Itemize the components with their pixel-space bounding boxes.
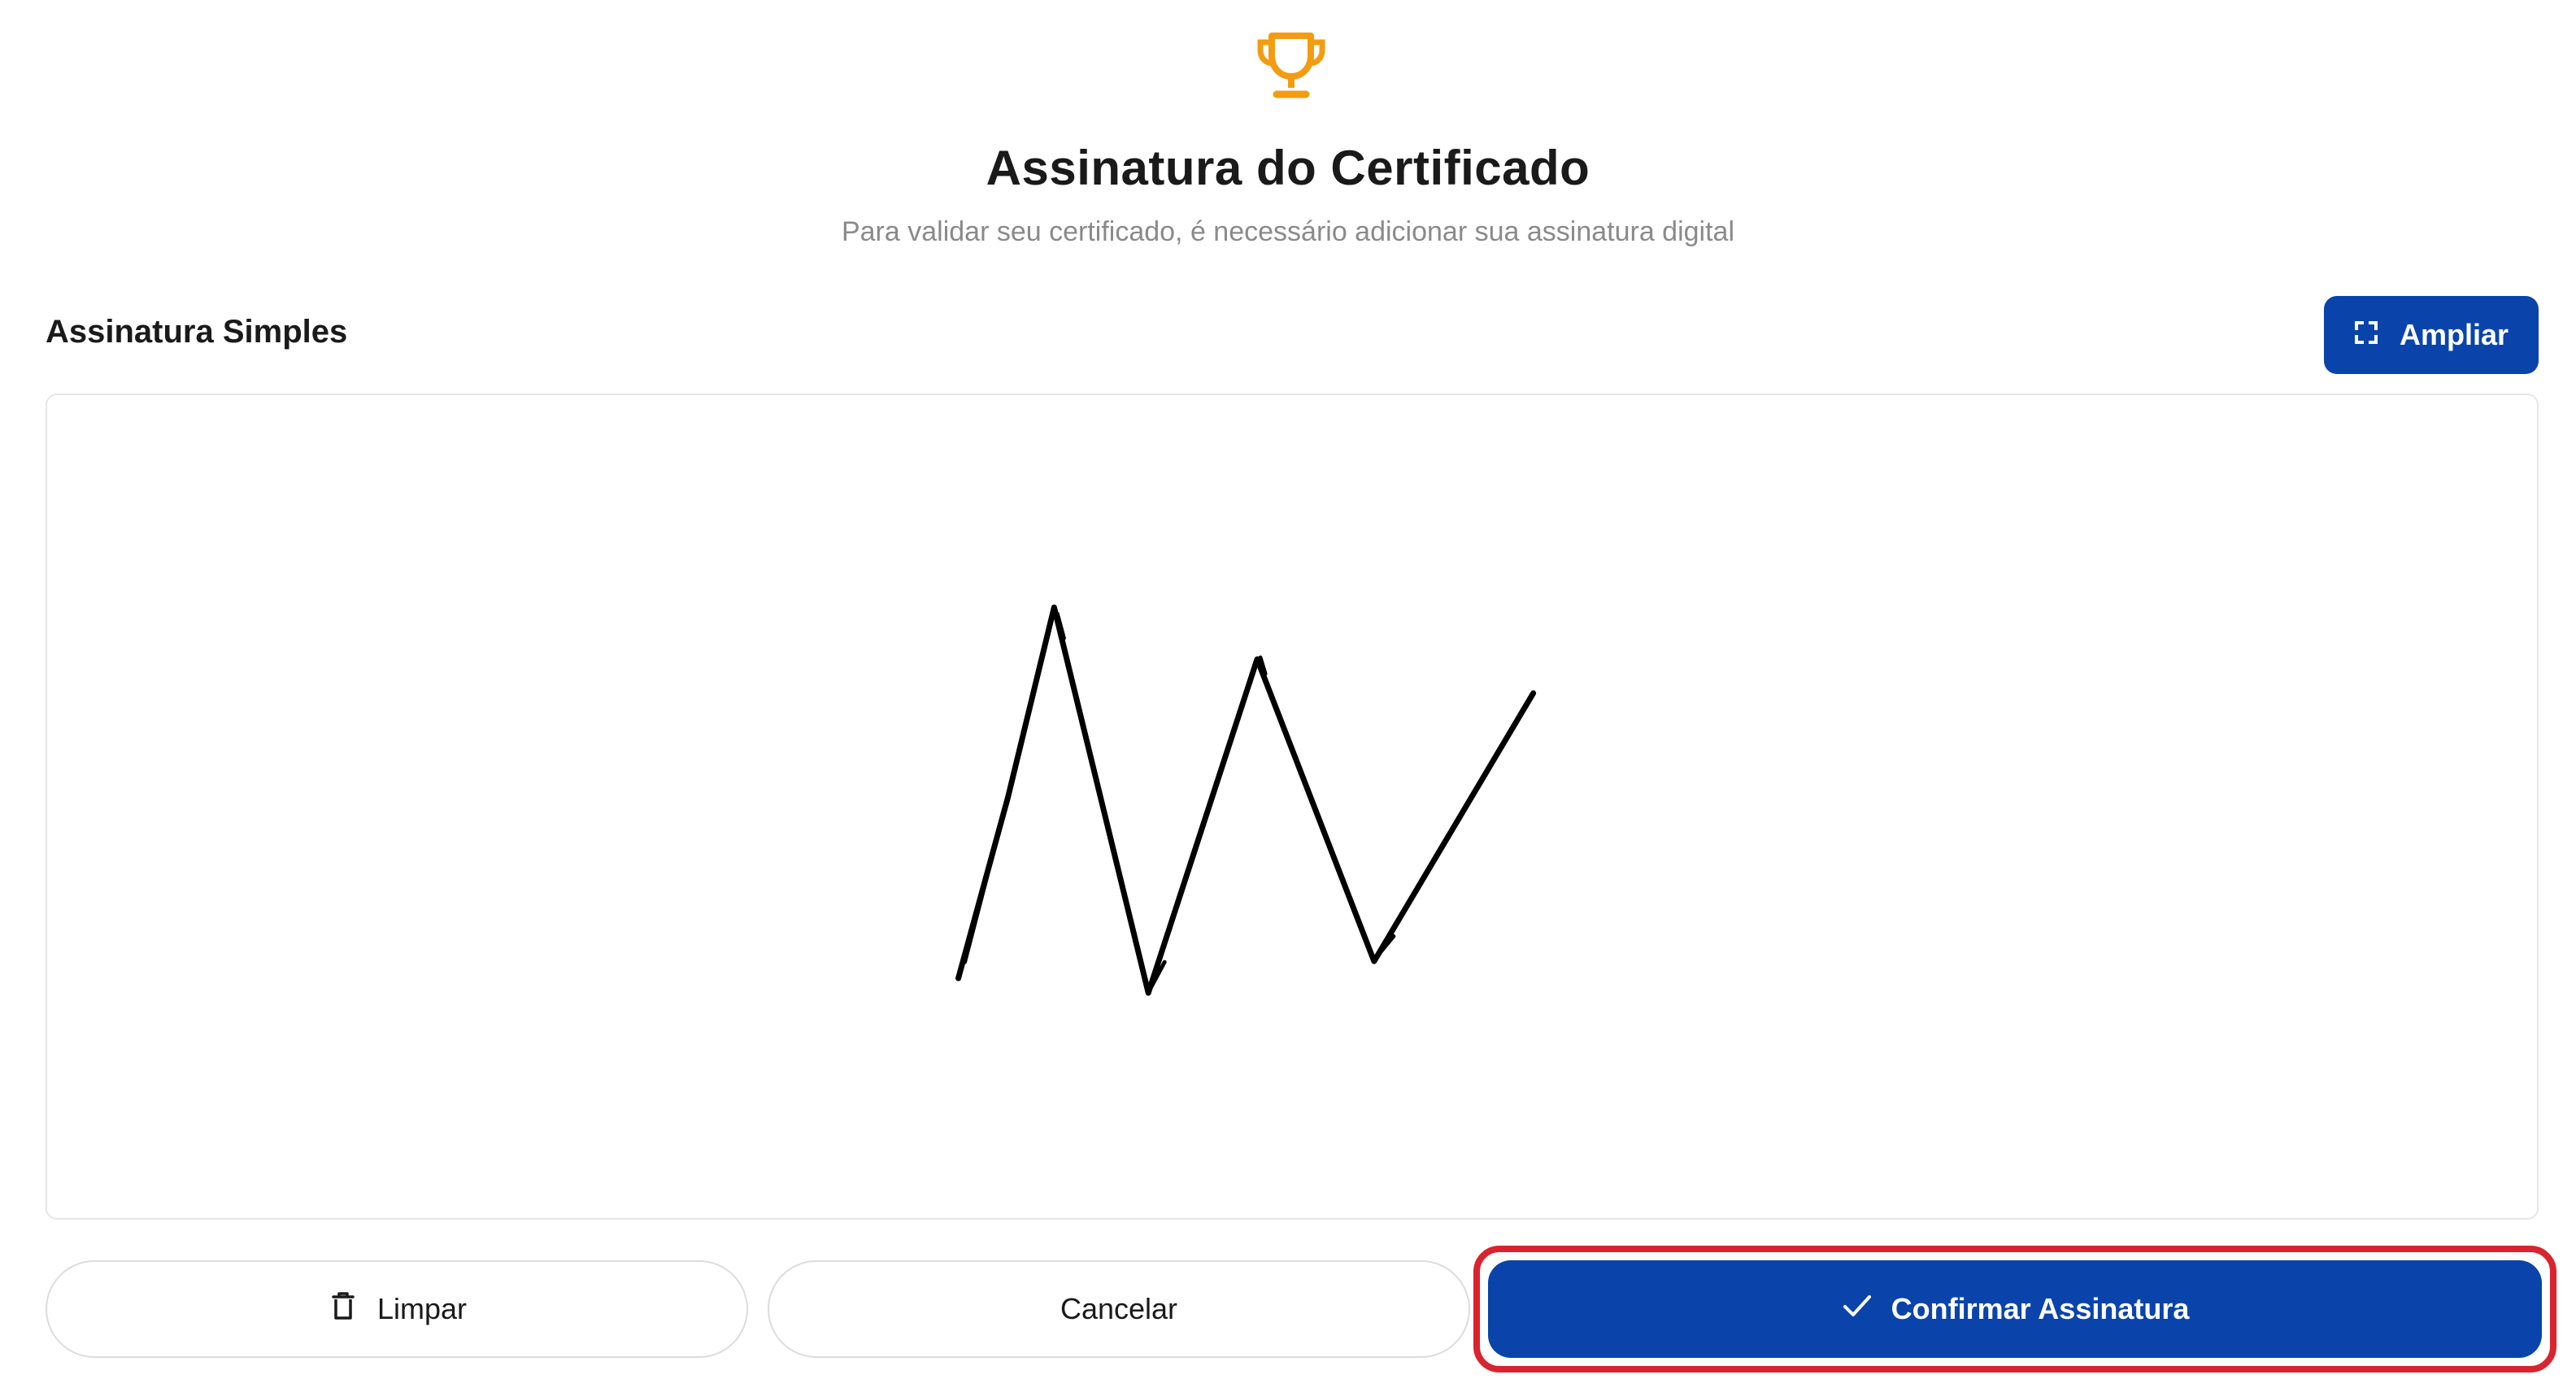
signature-stroke <box>955 604 1537 996</box>
expand-button[interactable]: Ampliar <box>2324 296 2539 374</box>
confirm-signature-button[interactable]: Confirmar Assinatura <box>1488 1260 2542 1358</box>
trash-icon <box>327 1290 359 1329</box>
signature-pad[interactable] <box>46 394 2539 1220</box>
page-title: Assinatura do Certificado <box>986 141 1590 195</box>
expand-icon <box>2354 318 2378 352</box>
section-title: Assinatura Simples <box>46 314 348 350</box>
confirm-button-label: Confirmar Assinatura <box>1891 1292 2190 1325</box>
clear-button[interactable]: Limpar <box>46 1260 748 1358</box>
trophy-icon <box>1252 26 1330 104</box>
page-subtitle: Para validar seu certificado, é necessár… <box>841 216 1735 247</box>
clear-button-label: Limpar <box>376 1292 468 1325</box>
check-icon <box>1841 1290 1873 1329</box>
cancel-button-label: Cancelar <box>1060 1292 1178 1325</box>
cancel-button[interactable]: Cancelar <box>768 1260 1470 1358</box>
expand-button-label: Ampliar <box>2399 318 2509 351</box>
